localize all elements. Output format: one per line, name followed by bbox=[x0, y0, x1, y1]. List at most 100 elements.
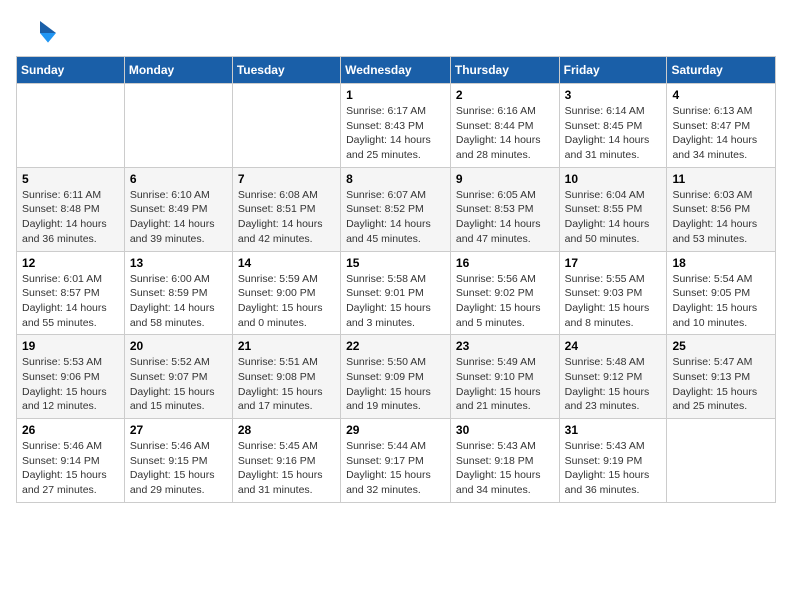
calendar-day-31: 31 Sunrise: 5:43 AMSunset: 9:19 PMDayligh… bbox=[559, 419, 667, 503]
header-thursday: Thursday bbox=[450, 57, 559, 84]
calendar-day-10: 10 Sunrise: 6:04 AMSunset: 8:55 PMDayligh… bbox=[559, 167, 667, 251]
day-number: 16 bbox=[456, 256, 554, 270]
day-number: 23 bbox=[456, 339, 554, 353]
day-info: Sunrise: 6:00 AMSunset: 8:59 PMDaylight:… bbox=[130, 272, 227, 331]
calendar-header-row: SundayMondayTuesdayWednesdayThursdayFrid… bbox=[17, 57, 776, 84]
day-info: Sunrise: 6:01 AMSunset: 8:57 PMDaylight:… bbox=[22, 272, 119, 331]
calendar-week-row: 1Sunrise: 6:17 AMSunset: 8:43 PMDaylight… bbox=[17, 84, 776, 168]
day-number: 11 bbox=[672, 172, 770, 186]
day-number: 28 bbox=[238, 423, 335, 437]
calendar-day-7: 7 Sunrise: 6:08 AMSunset: 8:51 PMDaylight… bbox=[232, 167, 340, 251]
day-number: 22 bbox=[346, 339, 445, 353]
calendar-day-2: 2 Sunrise: 6:16 AMSunset: 8:44 PMDaylight… bbox=[450, 84, 559, 168]
day-number: 9 bbox=[456, 172, 554, 186]
day-info: Sunrise: 5:58 AMSunset: 9:01 PMDaylight:… bbox=[346, 272, 445, 331]
day-info: Sunrise: 5:53 AMSunset: 9:06 PMDaylight:… bbox=[22, 355, 119, 414]
calendar-day-27: 27 Sunrise: 5:46 AMSunset: 9:15 PMDayligh… bbox=[124, 419, 232, 503]
header-wednesday: Wednesday bbox=[341, 57, 451, 84]
day-number: 18 bbox=[672, 256, 770, 270]
calendar-day-14: 14 Sunrise: 5:59 AMSunset: 9:00 PMDayligh… bbox=[232, 251, 340, 335]
calendar-day-25: 25 Sunrise: 5:47 AMSunset: 9:13 PMDayligh… bbox=[667, 335, 776, 419]
day-number: 19 bbox=[22, 339, 119, 353]
day-info: Sunrise: 6:04 AMSunset: 8:55 PMDaylight:… bbox=[565, 188, 662, 247]
day-info: Sunrise: 6:05 AMSunset: 8:53 PMDaylight:… bbox=[456, 188, 554, 247]
day-number: 6 bbox=[130, 172, 227, 186]
calendar-day-4: 4 Sunrise: 6:13 AMSunset: 8:47 PMDaylight… bbox=[667, 84, 776, 168]
logo bbox=[16, 16, 60, 46]
day-number: 31 bbox=[565, 423, 662, 437]
day-info: Sunrise: 6:11 AMSunset: 8:48 PMDaylight:… bbox=[22, 188, 119, 247]
day-number: 24 bbox=[565, 339, 662, 353]
day-info: Sunrise: 5:43 AMSunset: 9:18 PMDaylight:… bbox=[456, 439, 554, 498]
calendar-day-16: 16 Sunrise: 5:56 AMSunset: 9:02 PMDayligh… bbox=[450, 251, 559, 335]
day-info: Sunrise: 6:10 AMSunset: 8:49 PMDaylight:… bbox=[130, 188, 227, 247]
day-number: 27 bbox=[130, 423, 227, 437]
calendar-day-12: 12 Sunrise: 6:01 AMSunset: 8:57 PMDayligh… bbox=[17, 251, 125, 335]
header-saturday: Saturday bbox=[667, 57, 776, 84]
header bbox=[16, 16, 776, 46]
calendar-day-29: 29Sunrise: 5:44 AMSunset: 9:17 PMDayligh… bbox=[341, 419, 451, 503]
calendar-day-15: 15 Sunrise: 5:58 AMSunset: 9:01 PMDayligh… bbox=[341, 251, 451, 335]
day-info: Sunrise: 5:43 AMSunset: 9:19 PMDaylight:… bbox=[565, 439, 662, 498]
day-number: 3 bbox=[565, 88, 662, 102]
day-info: Sunrise: 5:45 AMSunset: 9:16 PMDaylight:… bbox=[238, 439, 335, 498]
day-number: 7 bbox=[238, 172, 335, 186]
day-info: Sunrise: 5:59 AMSunset: 9:00 PMDaylight:… bbox=[238, 272, 335, 331]
header-tuesday: Tuesday bbox=[232, 57, 340, 84]
day-info: Sunrise: 5:44 AMSunset: 9:17 PMDaylight:… bbox=[346, 439, 445, 498]
day-number: 12 bbox=[22, 256, 119, 270]
day-info: Sunrise: 6:16 AMSunset: 8:44 PMDaylight:… bbox=[456, 104, 554, 163]
day-info: Sunrise: 6:07 AMSunset: 8:52 PMDaylight:… bbox=[346, 188, 445, 247]
empty-cell bbox=[232, 84, 340, 168]
calendar-week-row: 26Sunrise: 5:46 AMSunset: 9:14 PMDayligh… bbox=[17, 419, 776, 503]
day-info: Sunrise: 6:03 AMSunset: 8:56 PMDaylight:… bbox=[672, 188, 770, 247]
calendar-day-13: 13 Sunrise: 6:00 AMSunset: 8:59 PMDayligh… bbox=[124, 251, 232, 335]
header-sunday: Sunday bbox=[17, 57, 125, 84]
day-info: Sunrise: 5:46 AMSunset: 9:15 PMDaylight:… bbox=[130, 439, 227, 498]
day-info: Sunrise: 5:51 AMSunset: 9:08 PMDaylight:… bbox=[238, 355, 335, 414]
day-number: 10 bbox=[565, 172, 662, 186]
logo-icon bbox=[16, 16, 56, 46]
day-number: 5 bbox=[22, 172, 119, 186]
day-info: Sunrise: 5:47 AMSunset: 9:13 PMDaylight:… bbox=[672, 355, 770, 414]
calendar-day-19: 19 Sunrise: 5:53 AMSunset: 9:06 PMDayligh… bbox=[17, 335, 125, 419]
calendar-day-11: 11 Sunrise: 6:03 AMSunset: 8:56 PMDayligh… bbox=[667, 167, 776, 251]
calendar-week-row: 12 Sunrise: 6:01 AMSunset: 8:57 PMDayligh… bbox=[17, 251, 776, 335]
day-number: 14 bbox=[238, 256, 335, 270]
calendar-day-6: 6 Sunrise: 6:10 AMSunset: 8:49 PMDaylight… bbox=[124, 167, 232, 251]
day-number: 1 bbox=[346, 88, 445, 102]
day-info: Sunrise: 6:13 AMSunset: 8:47 PMDaylight:… bbox=[672, 104, 770, 163]
day-number: 21 bbox=[238, 339, 335, 353]
calendar-day-26: 26Sunrise: 5:46 AMSunset: 9:14 PMDayligh… bbox=[17, 419, 125, 503]
day-info: Sunrise: 5:55 AMSunset: 9:03 PMDaylight:… bbox=[565, 272, 662, 331]
calendar-day-8: 8 Sunrise: 6:07 AMSunset: 8:52 PMDaylight… bbox=[341, 167, 451, 251]
day-number: 17 bbox=[565, 256, 662, 270]
calendar-day-5: 5 Sunrise: 6:11 AMSunset: 8:48 PMDaylight… bbox=[17, 167, 125, 251]
day-info: Sunrise: 5:49 AMSunset: 9:10 PMDaylight:… bbox=[456, 355, 554, 414]
calendar-week-row: 5 Sunrise: 6:11 AMSunset: 8:48 PMDaylight… bbox=[17, 167, 776, 251]
calendar-day-21: 21 Sunrise: 5:51 AMSunset: 9:08 PMDayligh… bbox=[232, 335, 340, 419]
day-info: Sunrise: 5:46 AMSunset: 9:14 PMDaylight:… bbox=[22, 439, 119, 498]
day-number: 8 bbox=[346, 172, 445, 186]
calendar-day-9: 9 Sunrise: 6:05 AMSunset: 8:53 PMDaylight… bbox=[450, 167, 559, 251]
day-info: Sunrise: 6:14 AMSunset: 8:45 PMDaylight:… bbox=[565, 104, 662, 163]
empty-cell bbox=[124, 84, 232, 168]
empty-cell bbox=[17, 84, 125, 168]
day-info: Sunrise: 5:50 AMSunset: 9:09 PMDaylight:… bbox=[346, 355, 445, 414]
day-info: Sunrise: 5:54 AMSunset: 9:05 PMDaylight:… bbox=[672, 272, 770, 331]
day-number: 25 bbox=[672, 339, 770, 353]
day-number: 13 bbox=[130, 256, 227, 270]
calendar-day-20: 20Sunrise: 5:52 AMSunset: 9:07 PMDayligh… bbox=[124, 335, 232, 419]
calendar-day-23: 23 Sunrise: 5:49 AMSunset: 9:10 PMDayligh… bbox=[450, 335, 559, 419]
day-info: Sunrise: 5:56 AMSunset: 9:02 PMDaylight:… bbox=[456, 272, 554, 331]
day-number: 15 bbox=[346, 256, 445, 270]
calendar-day-3: 3 Sunrise: 6:14 AMSunset: 8:45 PMDaylight… bbox=[559, 84, 667, 168]
calendar-day-24: 24 Sunrise: 5:48 AMSunset: 9:12 PMDayligh… bbox=[559, 335, 667, 419]
day-info: Sunrise: 6:08 AMSunset: 8:51 PMDaylight:… bbox=[238, 188, 335, 247]
day-number: 4 bbox=[672, 88, 770, 102]
day-info: Sunrise: 5:48 AMSunset: 9:12 PMDaylight:… bbox=[565, 355, 662, 414]
calendar-day-22: 22 Sunrise: 5:50 AMSunset: 9:09 PMDayligh… bbox=[341, 335, 451, 419]
calendar-day-17: 17 Sunrise: 5:55 AMSunset: 9:03 PMDayligh… bbox=[559, 251, 667, 335]
day-number: 2 bbox=[456, 88, 554, 102]
calendar-day-18: 18 Sunrise: 5:54 AMSunset: 9:05 PMDayligh… bbox=[667, 251, 776, 335]
